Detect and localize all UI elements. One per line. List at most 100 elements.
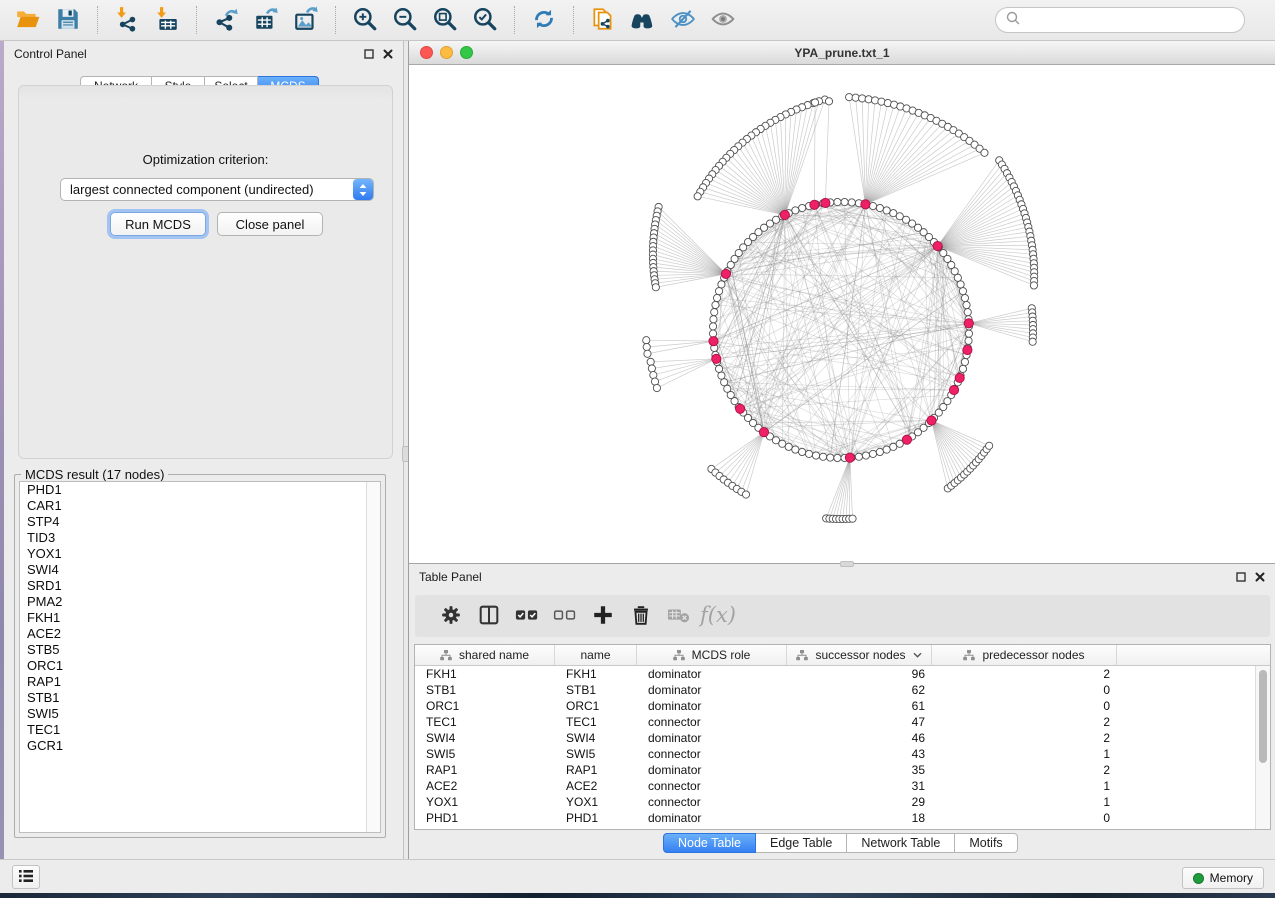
export-network-button[interactable] xyxy=(209,3,243,37)
zoom-out-icon xyxy=(392,6,418,35)
cell-MCDS-role: dominator xyxy=(637,699,787,713)
refresh-view-button[interactable] xyxy=(527,3,561,37)
cell-successor-nodes: 43 xyxy=(787,747,932,761)
table-scrollbar[interactable] xyxy=(1255,666,1270,829)
mcds-result-item[interactable]: PMA2 xyxy=(20,594,380,610)
close-panel-icon[interactable] xyxy=(383,49,393,59)
horizontal-splitter-handle[interactable] xyxy=(840,561,854,567)
show-columns-button[interactable] xyxy=(470,599,508,633)
table-row[interactable]: ACE2ACE2connector311 xyxy=(415,778,1255,794)
mcds-result-item[interactable]: STB1 xyxy=(20,690,380,706)
table-settings-button[interactable] xyxy=(432,599,470,633)
export-image-button[interactable] xyxy=(289,3,323,37)
window-zoom-button[interactable] xyxy=(460,46,473,59)
mcds-result-item[interactable]: RAP1 xyxy=(20,674,380,690)
trash-icon xyxy=(629,603,653,630)
delete-row-button[interactable] xyxy=(622,599,660,633)
mcds-result-item[interactable]: YOX1 xyxy=(20,546,380,562)
column-label: MCDS role xyxy=(692,648,751,662)
mcds-result-item[interactable]: TEC1 xyxy=(20,722,380,738)
zoom-out-button[interactable] xyxy=(388,3,422,37)
table-toolbar: f(x) xyxy=(415,595,1270,637)
zoom-selected-button[interactable] xyxy=(468,3,502,37)
tab-edge-table[interactable]: Edge Table xyxy=(756,833,847,853)
toolbar-separator xyxy=(196,6,197,34)
float-panel-icon[interactable] xyxy=(1236,572,1246,582)
sort-chevron-icon xyxy=(913,652,922,658)
search-input[interactable] xyxy=(1021,13,1235,28)
table-row[interactable]: YOX1YOX1connector291 xyxy=(415,794,1255,810)
table-row[interactable]: PHD1PHD1dominator180 xyxy=(415,810,1255,826)
table-row[interactable]: SWI4SWI4dominator462 xyxy=(415,730,1255,746)
mcds-result-item[interactable]: SWI5 xyxy=(20,706,380,722)
tab-network-table[interactable]: Network Table xyxy=(847,833,955,853)
table-row[interactable]: ORC1ORC1dominator610 xyxy=(415,698,1255,714)
optimization-criterion-select[interactable]: largest connected component (undirected) xyxy=(60,178,374,201)
delete-table-button[interactable] xyxy=(660,599,698,633)
zoom-in-icon xyxy=(352,6,378,35)
mcds-result-item[interactable]: ORC1 xyxy=(20,658,380,674)
function-builder-button[interactable]: f(x) xyxy=(698,599,736,633)
mcds-result-item[interactable]: ACE2 xyxy=(20,626,380,642)
birds-eye-view-button[interactable] xyxy=(706,3,740,37)
table-row[interactable]: TEC1TEC1connector472 xyxy=(415,714,1255,730)
mcds-result-item[interactable]: CAR1 xyxy=(20,498,380,514)
mcds-result-item[interactable]: FKH1 xyxy=(20,610,380,626)
search-box[interactable] xyxy=(995,7,1245,33)
mcds-result-item[interactable]: STB5 xyxy=(20,642,380,658)
zoom-fit-button[interactable] xyxy=(428,3,462,37)
column-header-predecessor-nodes[interactable]: predecessor nodes xyxy=(932,645,1117,665)
mcds-result-item[interactable]: STP4 xyxy=(20,514,380,530)
save-session-button[interactable] xyxy=(51,3,85,37)
network-graph[interactable] xyxy=(409,65,1275,562)
column-header-successor-nodes[interactable]: successor nodes xyxy=(787,645,932,665)
close-panel-button[interactable]: Close panel xyxy=(217,212,323,236)
memory-status-icon xyxy=(1193,873,1204,884)
new-network-from-selection-button[interactable] xyxy=(586,3,620,37)
column-header-MCDS-role[interactable]: MCDS role xyxy=(637,645,787,665)
table-row[interactable]: FKH1FKH1dominator962 xyxy=(415,666,1255,682)
toolbar-separator xyxy=(573,6,574,34)
column-header-name[interactable]: name xyxy=(555,645,637,665)
scrollbar-thumb[interactable] xyxy=(1259,670,1267,763)
task-history-button[interactable] xyxy=(12,865,40,889)
close-panel-icon[interactable] xyxy=(1255,572,1265,582)
column-header-shared-name[interactable]: shared name xyxy=(415,645,555,665)
table-row[interactable]: SWI5SWI5connector431 xyxy=(415,746,1255,762)
select-all-button[interactable] xyxy=(508,599,546,633)
mcds-result-item[interactable]: GCR1 xyxy=(20,738,380,754)
export-network-icon xyxy=(213,6,239,35)
table-row[interactable]: STB1STB1dominator620 xyxy=(415,682,1255,698)
search-network-button[interactable] xyxy=(626,3,660,37)
node-table: shared namename MCDS role successor nodesp… xyxy=(414,644,1271,830)
mcds-result-item[interactable]: TID3 xyxy=(20,530,380,546)
graphics-details-button[interactable] xyxy=(666,3,700,37)
mcds-result-title: MCDS result (17 nodes) xyxy=(21,467,168,482)
import-network-button[interactable] xyxy=(110,3,144,37)
import-table-button[interactable] xyxy=(150,3,184,37)
network-window-titlebar[interactable]: YPA_prune.txt_1 xyxy=(409,41,1275,65)
tab-node-table[interactable]: Node Table xyxy=(663,833,756,853)
deselect-all-button[interactable] xyxy=(546,599,584,633)
zoom-in-button[interactable] xyxy=(348,3,382,37)
svg-text:f(x): f(x) xyxy=(698,603,736,627)
export-table-button[interactable] xyxy=(249,3,283,37)
mcds-result-item[interactable]: PHD1 xyxy=(20,482,380,498)
float-panel-icon[interactable] xyxy=(364,49,374,59)
window-minimize-button[interactable] xyxy=(440,46,453,59)
window-close-button[interactable] xyxy=(420,46,433,59)
search-icon xyxy=(1005,10,1021,31)
mcds-result-item[interactable]: SWI4 xyxy=(20,562,380,578)
mcds-result-item[interactable]: SRD1 xyxy=(20,578,380,594)
table-row[interactable]: RAP1RAP1dominator352 xyxy=(415,762,1255,778)
cell-name: RAP1 xyxy=(555,763,637,777)
result-list-scrollbar[interactable] xyxy=(366,482,380,832)
open-session-button[interactable] xyxy=(11,3,45,37)
run-mcds-button[interactable]: Run MCDS xyxy=(110,212,206,236)
cell-shared-name: SWI5 xyxy=(415,747,555,761)
main-toolbar xyxy=(0,0,1275,41)
network-canvas[interactable] xyxy=(409,65,1275,562)
add-row-button[interactable] xyxy=(584,599,622,633)
tab-motifs[interactable]: Motifs xyxy=(955,833,1017,853)
memory-button[interactable]: Memory xyxy=(1182,867,1264,889)
